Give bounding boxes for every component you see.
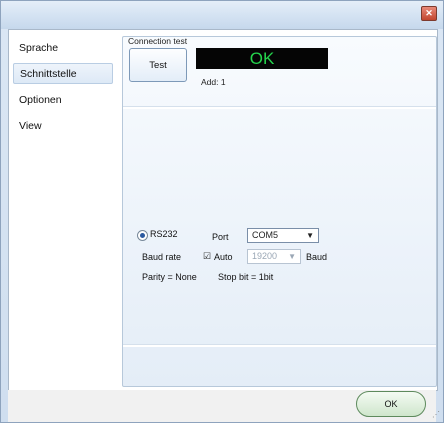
title-bar[interactable]: ✕ xyxy=(1,1,443,29)
baud-select[interactable]: 19200 ▼ xyxy=(247,249,301,264)
sidebar-item-sprache[interactable]: Sprache xyxy=(13,38,113,59)
port-label: Port xyxy=(212,232,229,242)
client-area: Sprache Schnittstelle Optionen View Conn… xyxy=(8,29,438,391)
auto-label: Auto xyxy=(214,252,233,262)
chevron-down-icon: ▼ xyxy=(288,252,296,261)
chevron-down-icon: ▼ xyxy=(306,231,314,240)
ok-button[interactable]: OK xyxy=(356,391,426,417)
rs232-label: RS232 xyxy=(150,229,178,239)
port-select[interactable]: COM5 ▼ xyxy=(247,228,319,243)
close-icon[interactable]: ✕ xyxy=(421,6,437,21)
divider xyxy=(123,344,436,347)
sidebar: Sprache Schnittstelle Optionen View xyxy=(9,30,119,388)
resize-grip-icon[interactable]: ⋰ xyxy=(432,410,440,419)
status-display: OK xyxy=(196,48,328,69)
settings-panel: Connection test Test OK Add: 1 RS232 Por… xyxy=(122,36,437,387)
connection-test-title: Connection test xyxy=(128,36,188,46)
stop-bit-label: Stop bit = 1bit xyxy=(218,272,274,282)
sidebar-item-view[interactable]: View xyxy=(13,116,113,137)
baud-rate-label: Baud rate xyxy=(142,252,182,262)
address-label: Add: 1 xyxy=(201,77,226,87)
port-value: COM5 xyxy=(252,230,279,240)
rs232-radio[interactable] xyxy=(137,230,148,241)
sidebar-item-optionen[interactable]: Optionen xyxy=(13,90,113,111)
parity-label: Parity = None xyxy=(142,272,197,282)
baud-value: 19200 xyxy=(252,251,278,261)
auto-checkbox[interactable]: ☑ xyxy=(203,251,211,262)
sidebar-item-schnittstelle[interactable]: Schnittstelle xyxy=(13,63,113,84)
baud-unit-label: Baud xyxy=(306,252,328,262)
settings-window: ✕ Sprache Schnittstelle Optionen View Co… xyxy=(0,0,444,423)
divider xyxy=(123,106,436,109)
test-button[interactable]: Test xyxy=(129,48,187,82)
